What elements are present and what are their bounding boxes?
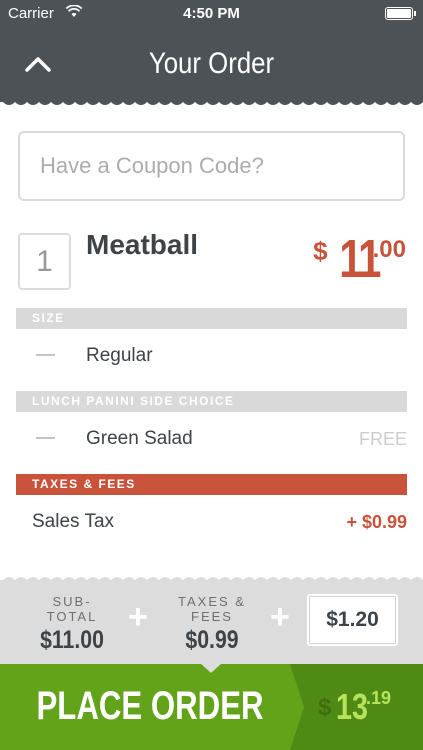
item-price: $11.00 xyxy=(313,228,406,290)
item-price-cents: .00 xyxy=(372,236,406,263)
plus-icon: + xyxy=(270,598,290,636)
item-price-currency: $ xyxy=(313,236,328,266)
section-header-taxes: TAXES & FEES xyxy=(16,474,407,495)
sales-tax-amount: + $0.99 xyxy=(346,512,407,532)
place-order-button[interactable]: PLACE ORDER xyxy=(33,684,267,729)
item-name: Meatball xyxy=(86,229,199,260)
plus-icon: + xyxy=(128,598,148,636)
taxes-fees-value: $0.99 xyxy=(185,626,239,654)
totals-bar: SUB-TOTAL $11.00 + TAXES & FEES $0.99 + … xyxy=(0,582,423,666)
grand-total-whole: 13 xyxy=(336,686,369,727)
coupon-code-input[interactable] xyxy=(18,131,405,201)
size-option-label: Regular xyxy=(86,345,153,366)
order-header: Your Order xyxy=(0,27,423,99)
battery-tip xyxy=(414,11,416,16)
notch-indicator xyxy=(200,663,222,673)
battery-icon xyxy=(385,7,413,20)
section-header-size: SIZE xyxy=(16,308,407,329)
header-wave-edge xyxy=(0,98,423,105)
minus-icon xyxy=(36,354,55,356)
clock: 4:50 PM xyxy=(183,5,240,22)
taxes-fees-block: TAXES & FEES $0.99 xyxy=(160,594,264,655)
grand-total-cents: .19 xyxy=(366,688,392,708)
grand-total-currency: $ xyxy=(318,694,332,721)
option-row-size[interactable]: Regular xyxy=(16,335,407,375)
subtotal-value: $11.00 xyxy=(40,626,104,654)
place-order-bar: PLACE ORDER $ 13 .19 xyxy=(0,663,423,750)
status-bar: Carrier 4:50 PM xyxy=(0,0,423,27)
quantity-box[interactable]: 1 xyxy=(18,233,71,290)
option-row-side[interactable]: Green Salad FREE xyxy=(16,418,407,458)
tip-amount-button[interactable]: $1.20 xyxy=(307,594,398,646)
page-title: Your Order xyxy=(148,47,275,80)
totals-wave-edge xyxy=(0,577,423,584)
subtotal-label: SUB-TOTAL xyxy=(46,594,98,624)
sales-tax-label: Sales Tax xyxy=(32,511,115,532)
side-option-label: Green Salad xyxy=(86,428,193,449)
taxes-fees-label: TAXES & FEES xyxy=(178,594,246,624)
subtotal-block: SUB-TOTAL $11.00 xyxy=(30,594,114,655)
grand-total: $ 13 .19 xyxy=(290,664,423,750)
side-option-price: FREE xyxy=(358,429,407,449)
sales-tax-row: Sales Tax + $0.99 xyxy=(32,508,407,538)
minus-icon xyxy=(36,437,55,439)
section-header-side-choice: LUNCH PANINI SIDE CHOICE xyxy=(16,391,407,412)
